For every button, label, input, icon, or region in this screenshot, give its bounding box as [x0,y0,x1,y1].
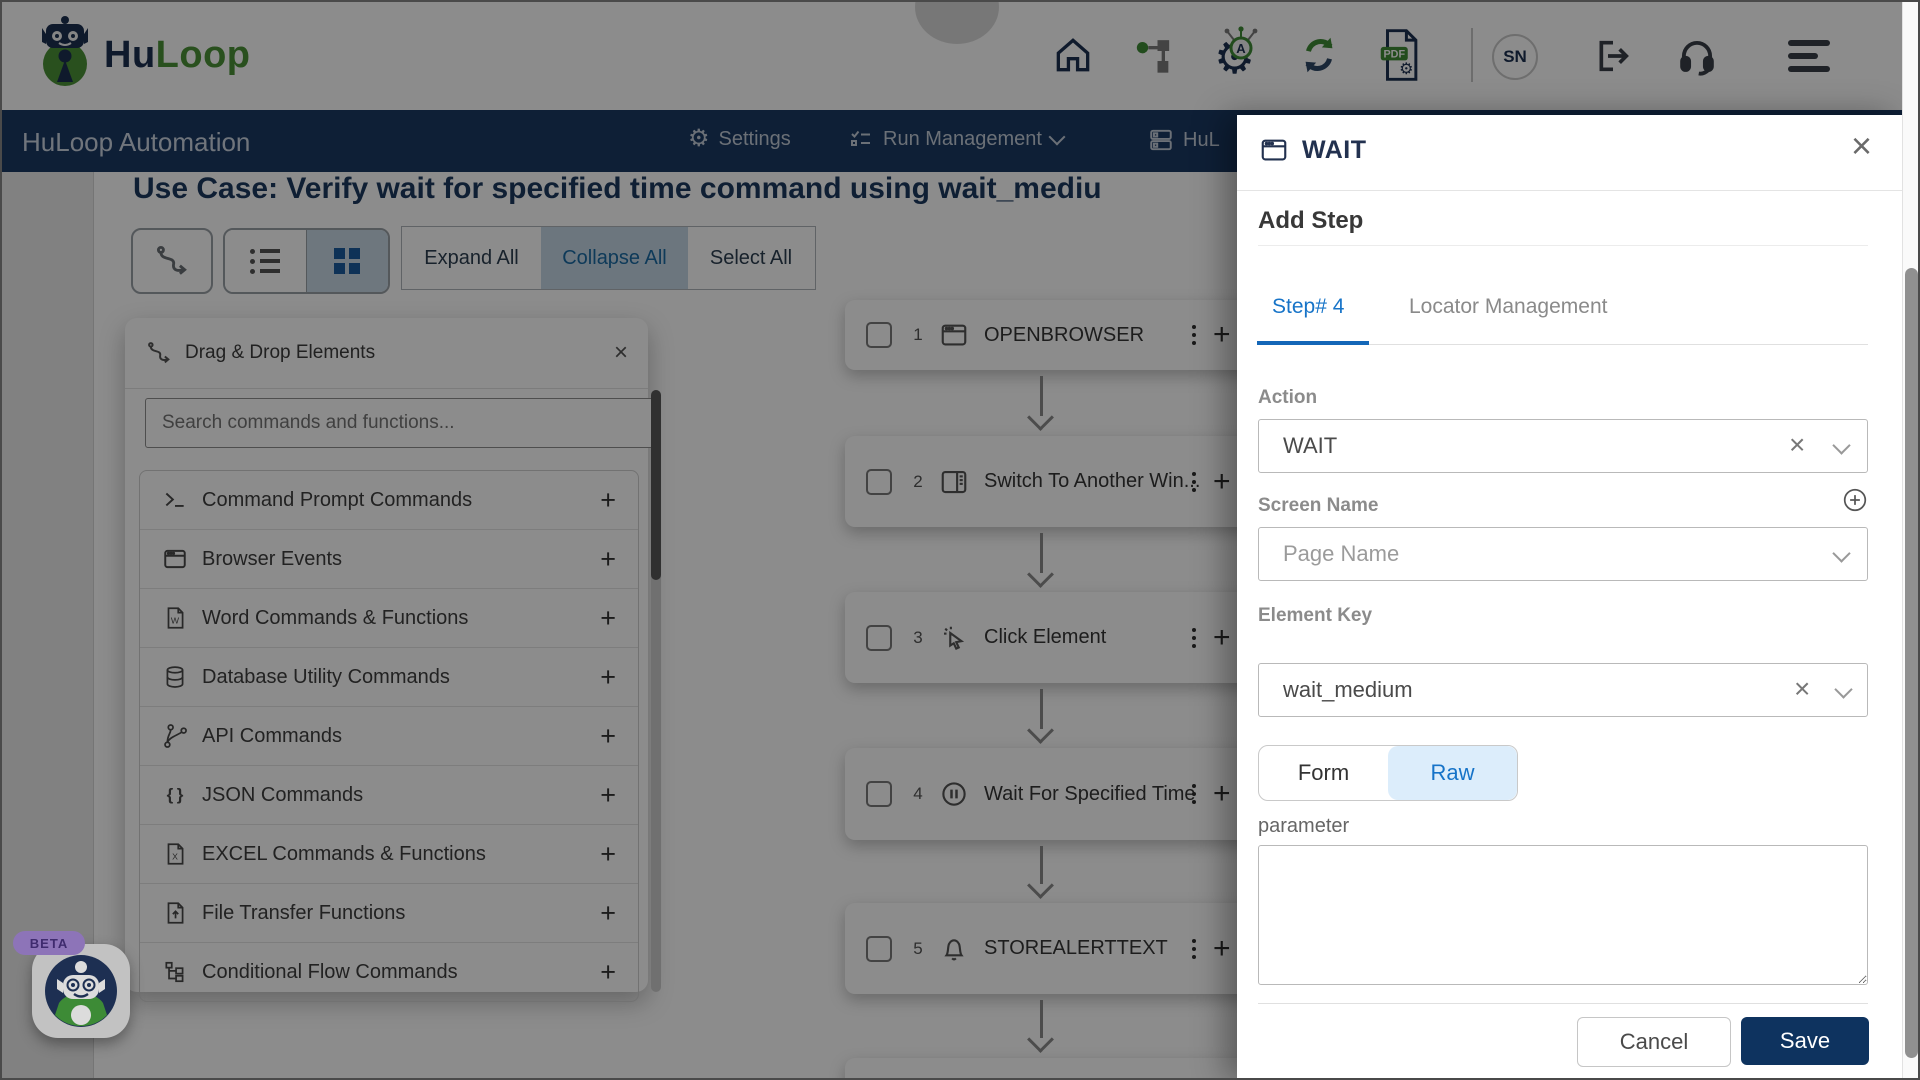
add-step-drawer: WAIT × Add Step Step# 4 Locator Manageme… [1237,115,1902,1080]
circle-plus-icon[interactable] [1842,487,1868,513]
form-toggle-button[interactable]: Form [1259,746,1388,800]
form-raw-toggle: Form Raw [1258,745,1518,801]
huloop-app: HuLoop ⚙ [0,0,1920,1080]
tab-step[interactable]: Step# 4 [1272,295,1344,319]
cancel-button[interactable]: Cancel [1577,1017,1731,1067]
page-scrollbar-thumb[interactable] [1905,268,1918,1058]
screen-name-select[interactable] [1258,527,1868,581]
assistant-robot-button[interactable] [32,944,130,1038]
screen-name-label: Screen Name [1258,495,1378,517]
parameter-textarea[interactable] [1258,845,1868,985]
footer-divider [1258,1003,1868,1004]
save-button[interactable]: Save [1741,1017,1869,1065]
page-scrollbar[interactable] [1902,0,1920,1080]
close-icon[interactable]: × [1851,125,1872,167]
tab-locator-management[interactable]: Locator Management [1409,295,1607,319]
robot-avatar-icon [43,953,119,1029]
heading-divider [1258,245,1868,246]
parameter-label: parameter [1258,815,1349,838]
raw-toggle-button[interactable]: Raw [1388,746,1517,800]
action-select[interactable] [1258,419,1868,473]
action-label: Action [1258,387,1317,409]
drawer-header-divider [1237,190,1902,191]
drawer-title: WAIT [1302,136,1367,165]
active-tab-indicator [1257,341,1369,345]
element-key-label: Element Key [1258,605,1372,627]
drawer-heading: Add Step [1258,207,1363,235]
browser-window-icon [1258,135,1290,165]
clear-icon[interactable]: × [1794,675,1810,703]
element-key-select[interactable] [1258,663,1868,717]
beta-badge: BETA [13,931,85,955]
clear-icon[interactable]: × [1789,431,1805,459]
